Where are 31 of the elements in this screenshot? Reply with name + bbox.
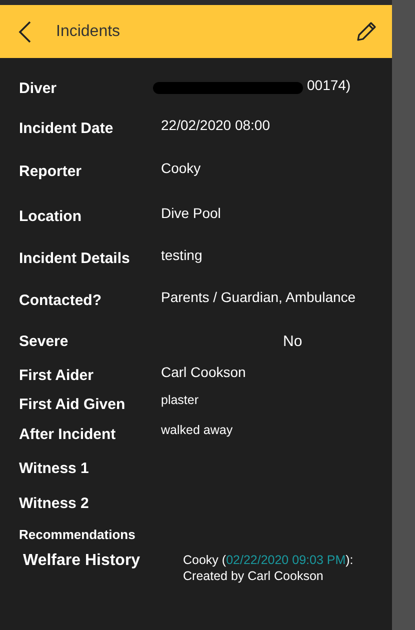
back-button[interactable] [18, 20, 32, 44]
field-label: Diver [19, 80, 58, 96]
field-value: 22/02/2020 08:00 [161, 117, 270, 133]
field-label: Location [19, 208, 82, 224]
field-label: Contacted? [19, 292, 102, 308]
field-value: Dive Pool [161, 205, 221, 221]
field-label: First Aider [19, 366, 94, 384]
field-value: Parents / Guardian, Ambulance [161, 289, 356, 305]
field-label: Recommendations [19, 526, 136, 542]
history-entry-note: Created by Carl Cookson [183, 568, 324, 584]
history-entry-author: Cooky (02/22/2020 09:03 PM): [183, 552, 354, 568]
field-value: plaster [161, 393, 199, 407]
field-value: 00174) [307, 77, 351, 93]
field-label: Incident Date [19, 120, 114, 136]
field-value: No [283, 332, 302, 350]
edit-button[interactable] [354, 20, 378, 44]
page-title: Incidents [56, 22, 122, 40]
field-value: walked away [161, 423, 233, 437]
field-value: testing [161, 247, 202, 263]
field-label: After Incident [19, 426, 117, 442]
field-label: First Aid Given [19, 396, 126, 412]
field-label: Severe [19, 332, 70, 350]
field-label: Reporter [19, 162, 83, 180]
back-icon [18, 20, 32, 44]
field-label: Witness 2 [19, 494, 90, 512]
field-label: Incident Details [19, 250, 131, 266]
field-value: Carl Cookson [161, 364, 246, 380]
pencil-icon [354, 20, 378, 44]
field-label: Welfare History [23, 552, 142, 571]
field-value: Cooky [161, 160, 201, 176]
field-label: Witness 1 [19, 460, 90, 476]
